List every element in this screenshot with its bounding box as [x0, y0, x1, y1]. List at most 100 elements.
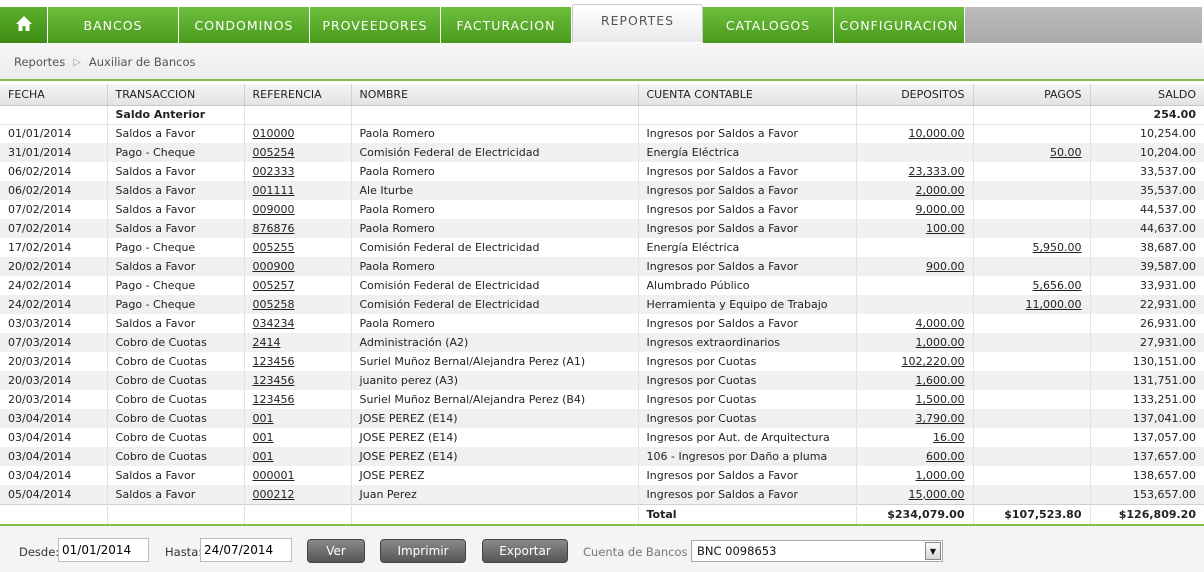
cell-transaccion: Saldos a Favor	[115, 127, 196, 141]
cell-referencia-link[interactable]: 009000	[253, 203, 295, 216]
cell-depositos-link[interactable]: 9,000.00	[916, 203, 965, 216]
cell-depositos-link[interactable]: 100.00	[926, 222, 965, 235]
col-pagos[interactable]: PAGOS	[973, 84, 1091, 106]
cell-transaccion: Saldos a Favor	[115, 317, 196, 330]
cell-transaccion: Saldos a Favor	[115, 487, 196, 501]
cell-referencia-link[interactable]: 2414	[253, 336, 281, 349]
cell-depositos-link[interactable]: 10,000.00	[909, 127, 965, 140]
cell-referencia-link[interactable]: 001	[253, 450, 274, 463]
cell-referencia-link[interactable]: 001111	[253, 184, 295, 197]
tab-facturacion[interactable]: FACTURACION	[441, 7, 572, 43]
cell-referencia-link[interactable]: 034234	[253, 317, 295, 330]
cell-depositos-link[interactable]: 16.00	[933, 431, 965, 444]
cell-fecha: 03/04/2014	[8, 469, 72, 482]
col-depositos[interactable]: DEPOSITOS	[856, 84, 974, 106]
table-row: 17/02/2014 Pago - Cheque 005255 Comisión Fe…	[0, 238, 1204, 257]
cell-cuenta: Ingresos por Cuotas	[646, 355, 757, 368]
tab-condominos[interactable]: CONDOMINOS	[179, 7, 310, 43]
cell-referencia-link[interactable]: 000001	[253, 469, 295, 482]
nav-filler	[965, 7, 1202, 43]
cell-referencia-link[interactable]: 876876	[253, 222, 295, 235]
cell-depositos-link[interactable]: 600.00	[926, 450, 965, 463]
cell-fecha: 24/02/2014	[8, 298, 72, 311]
cell-transaccion: Cobro de Cuotas	[115, 336, 207, 349]
cell-referencia-link[interactable]: 005255	[253, 241, 295, 254]
cell-nombre: Comisión Federal de Electricidad	[359, 241, 540, 254]
cuenta-bancos-label: Cuenta de Bancos :	[583, 545, 696, 559]
tab-configuracion[interactable]: CONFIGURACION	[834, 7, 965, 43]
col-saldo[interactable]: SALDO	[1090, 84, 1204, 106]
cell-pagos-link[interactable]: 5,950.00	[1033, 241, 1082, 254]
cell-cuenta: Ingresos extraordinarios	[646, 336, 780, 349]
cell-pagos-link[interactable]: 50.00	[1050, 146, 1082, 159]
col-transaccion[interactable]: TRANSACCION	[107, 84, 245, 106]
cell-depositos-link[interactable]: 1,600.00	[916, 374, 965, 387]
cell-transaccion: Saldos a Favor	[115, 469, 196, 482]
cell-depositos-link[interactable]: 3,790.00	[916, 412, 965, 425]
col-cuenta-contable[interactable]: CUENTA CONTABLE	[638, 84, 857, 106]
cell-cuenta: Ingresos por Saldos a Favor	[646, 203, 798, 216]
cell-transaccion: Saldos a Favor	[115, 203, 196, 216]
cell-referencia-link[interactable]: 010000	[253, 127, 295, 140]
cell-fecha: 05/04/2014	[8, 487, 72, 501]
cell-referencia-link[interactable]: 001	[253, 412, 274, 425]
cell-referencia-link[interactable]: 000212	[253, 488, 295, 501]
cell-cuenta: Ingresos por Saldos a Favor	[646, 317, 798, 330]
table-row: 07/02/2014 Saldos a Favor 009000 Paola Rome…	[0, 200, 1204, 219]
cell-saldo: 44,537.00	[1140, 203, 1196, 216]
cell-referencia-link[interactable]: 123456	[253, 393, 295, 406]
cell-referencia-link[interactable]: 123456	[253, 355, 295, 368]
col-fecha[interactable]: FECHA	[0, 84, 108, 106]
cell-depositos-link[interactable]: 23,333.00	[909, 165, 965, 178]
table-row: 01/01/2014 Saldos a Favor 010000 Paola Rome…	[0, 124, 1204, 143]
cell-referencia-link[interactable]: 001	[253, 431, 274, 444]
cell-fecha: 20/03/2014	[8, 355, 72, 368]
cell-pagos-link[interactable]: 5,656.00	[1033, 279, 1082, 292]
exportar-button[interactable]: Exportar	[482, 539, 568, 563]
cell-depositos-link[interactable]: 1,500.00	[916, 393, 965, 406]
cell-fecha: 07/02/2014	[8, 222, 72, 235]
cell-saldo: 38,687.00	[1140, 241, 1196, 254]
cuenta-bancos-select[interactable]: BNC 0098653 ▼	[691, 540, 943, 562]
cell-saldo: 137,041.00	[1133, 412, 1196, 425]
table-row: 20/02/2014 Saldos a Favor 000900 Paola Rome…	[0, 257, 1204, 276]
cell-referencia-link[interactable]: 005257	[253, 279, 295, 292]
total-saldo: $126,809.20	[1090, 503, 1204, 524]
home-button[interactable]	[0, 7, 48, 43]
cell-referencia-link[interactable]: 123456	[253, 374, 295, 387]
cell-depositos-link[interactable]: 1,000.00	[916, 469, 965, 482]
desde-label: Desde:	[19, 545, 60, 559]
cell-depositos-link[interactable]: 102,220.00	[902, 355, 965, 368]
cell-nombre: Paola Romero	[359, 165, 435, 178]
filter-bar: Desde: Hasta: Ver Imprimir Exportar Cuen…	[0, 524, 1204, 572]
desde-date-input[interactable]	[58, 538, 149, 562]
cell-saldo: 33,537.00	[1140, 165, 1196, 178]
cell-saldo: 27,931.00	[1140, 336, 1196, 349]
cell-transaccion: Saldos a Favor	[115, 222, 196, 235]
breadcrumb-reportes[interactable]: Reportes	[14, 55, 65, 69]
hasta-label: Hasta:	[165, 545, 203, 559]
cell-referencia-link[interactable]: 002333	[253, 165, 295, 178]
cell-referencia-link[interactable]: 000900	[253, 260, 295, 273]
cell-saldo: 137,657.00	[1133, 450, 1196, 463]
cell-depositos-link[interactable]: 1,000.00	[916, 336, 965, 349]
col-referencia[interactable]: REFERENCIA	[244, 84, 352, 106]
ver-button[interactable]: Ver	[307, 539, 365, 563]
chevron-down-icon[interactable]: ▼	[925, 542, 941, 560]
cell-pagos-link[interactable]: 11,000.00	[1026, 298, 1082, 311]
col-nombre[interactable]: NOMBRE	[351, 84, 639, 106]
tab-catalogos[interactable]: CATALOGOS	[703, 7, 834, 43]
table-header-row: FECHA TRANSACCION REFERENCIA NOMBRE CUEN…	[0, 84, 1204, 106]
tab-reportes[interactable]: REPORTES	[572, 4, 703, 42]
cell-depositos-link[interactable]: 4,000.00	[916, 317, 965, 330]
cell-referencia-link[interactable]: 005254	[253, 146, 295, 159]
tab-proveedores[interactable]: PROVEEDORES	[310, 7, 441, 43]
cell-depositos-link[interactable]: 15,000.00	[909, 488, 965, 501]
table-row: 03/04/2014 Cobro de Cuotas 001 JOSE PEREZ (…	[0, 428, 1204, 447]
tab-bancos[interactable]: BANCOS	[48, 7, 179, 43]
cell-depositos-link[interactable]: 2,000.00	[916, 184, 965, 197]
cell-depositos-link[interactable]: 900.00	[926, 260, 965, 273]
imprimir-button[interactable]: Imprimir	[380, 539, 466, 563]
hasta-date-input[interactable]	[200, 538, 292, 562]
cell-referencia-link[interactable]: 005258	[253, 298, 295, 311]
